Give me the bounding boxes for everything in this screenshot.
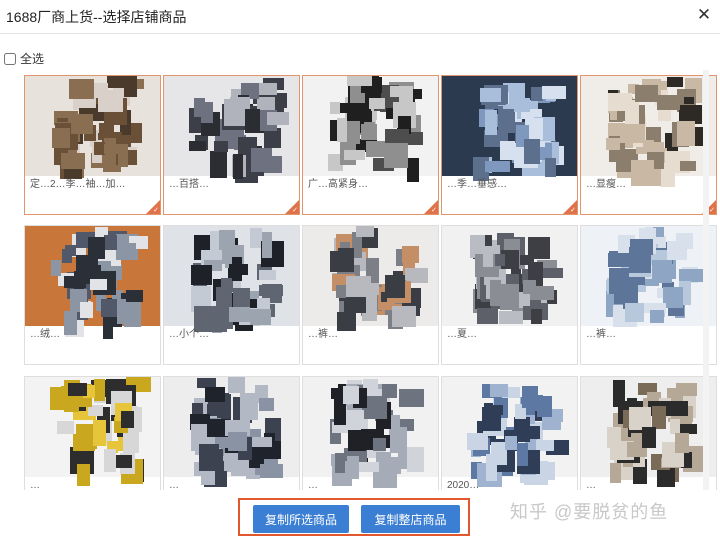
- product-thumbnail: [164, 377, 299, 487]
- check-icon: ✓: [709, 207, 715, 214]
- copy-selected-button[interactable]: 复制所选商品: [253, 505, 349, 533]
- product-caption: …百搭…: [169, 179, 209, 190]
- product-card[interactable]: …显瘦… ✓: [580, 75, 717, 215]
- product-card[interactable]: 2020…: [441, 376, 578, 490]
- product-caption: …显瘦…: [586, 179, 626, 190]
- product-caption: …夏…: [447, 329, 477, 340]
- select-all-label: 全选: [20, 52, 45, 66]
- product-card[interactable]: …百搭… ✓: [163, 75, 300, 215]
- product-thumbnail: [442, 377, 577, 487]
- select-all-checkbox[interactable]: [4, 52, 16, 65]
- grid-scrollbar[interactable]: [703, 70, 709, 490]
- product-caption: …裤…: [308, 329, 338, 340]
- product-caption: …季…垂感…: [447, 179, 507, 190]
- product-caption: …绒…: [30, 329, 60, 340]
- check-icon: ✓: [431, 207, 437, 214]
- product-card[interactable]: …夏…: [441, 225, 578, 365]
- product-card[interactable]: …季…垂感… ✓: [441, 75, 578, 215]
- product-card[interactable]: …裤…: [302, 225, 439, 365]
- product-thumbnail: [581, 377, 716, 487]
- product-card[interactable]: …: [302, 376, 439, 490]
- check-icon: ✓: [292, 207, 298, 214]
- product-thumbnail: [581, 76, 716, 187]
- product-thumbnail: [25, 76, 160, 179]
- product-thumbnail: [303, 76, 438, 182]
- watermark: 知乎 @要脱贫的鱼: [510, 502, 669, 522]
- product-caption: 定…2…季…袖…加…: [30, 179, 126, 190]
- copy-store-button[interactable]: 复制整店商品: [361, 505, 460, 533]
- product-caption: …小个…: [169, 329, 209, 340]
- product-card[interactable]: 定…2…季…袖…加… ✓: [24, 75, 161, 215]
- product-caption: …: [30, 480, 40, 490]
- product-card[interactable]: 广…高紧身… ✓: [302, 75, 439, 215]
- select-all[interactable]: 全选: [4, 50, 44, 67]
- product-card[interactable]: …绒…: [24, 225, 161, 365]
- product-caption: …: [308, 480, 318, 490]
- check-icon: ✓: [570, 207, 576, 214]
- product-thumbnail: [25, 226, 160, 339]
- product-thumbnail: [25, 377, 160, 486]
- close-icon[interactable]: ✕: [694, 5, 714, 25]
- product-caption: …: [586, 480, 596, 490]
- product-caption: …裤…: [586, 329, 616, 340]
- product-caption: 2020…: [447, 480, 480, 490]
- dialog-titlebar: 1688厂商上货--选择店铺商品 ✕: [0, 0, 720, 34]
- product-card[interactable]: …裤…: [580, 225, 717, 365]
- dialog: 1688厂商上货--选择店铺商品 ✕ 全选 定…2…季…袖…加… ✓ …百搭… ✓ 广……: [0, 0, 720, 541]
- product-card[interactable]: …: [163, 376, 300, 490]
- product-card[interactable]: …小个…: [163, 225, 300, 365]
- product-thumbnail: [442, 226, 577, 326]
- product-thumbnail: [581, 226, 716, 327]
- product-grid: 定…2…季…袖…加… ✓ …百搭… ✓ 广…高紧身… ✓ …季…垂感… ✓ …显瘦… ✓ …绒… …小…: [0, 70, 720, 490]
- dialog-title: 1688厂商上货--选择店铺商品: [6, 9, 187, 25]
- product-thumbnail: [303, 377, 438, 488]
- product-card[interactable]: …: [580, 376, 717, 490]
- product-thumbnail: [164, 226, 299, 333]
- product-thumbnail: [164, 76, 299, 183]
- product-card[interactable]: …: [24, 376, 161, 490]
- product-caption: …: [169, 480, 179, 490]
- product-thumbnail: [303, 226, 438, 331]
- check-icon: ✓: [153, 207, 159, 214]
- product-caption: 广…高紧身…: [308, 179, 368, 190]
- product-thumbnail: [442, 76, 577, 181]
